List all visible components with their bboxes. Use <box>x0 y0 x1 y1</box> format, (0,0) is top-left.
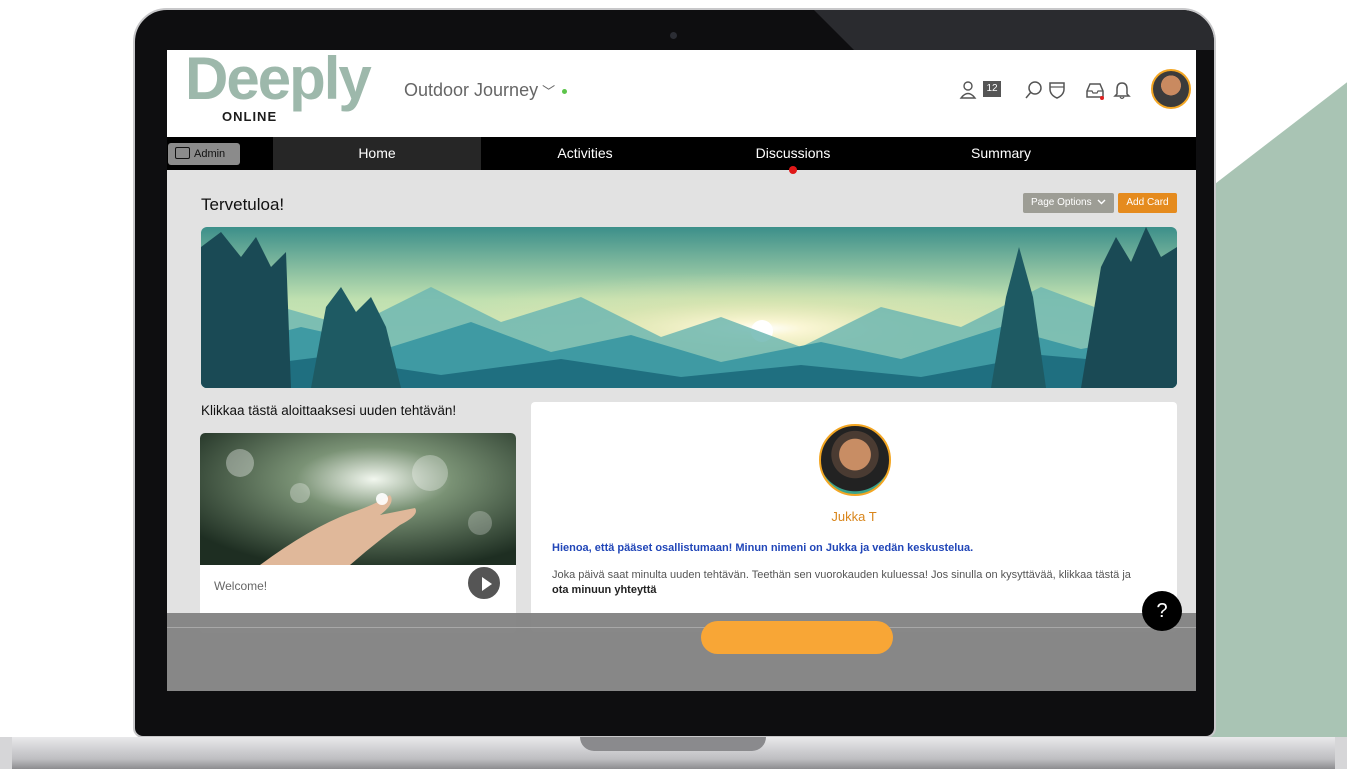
admin-button[interactable]: Admin <box>168 143 240 165</box>
chevron-down-icon: ﹀ <box>542 84 556 99</box>
video-thumbnail[interactable] <box>200 433 516 565</box>
inbox-icon[interactable] <box>1085 80 1105 104</box>
page-options-label: Page Options <box>1031 197 1092 208</box>
host-greeting: Hienoa, että pääset osallistumaan! Minun… <box>552 542 974 554</box>
hero-banner-image <box>201 227 1177 388</box>
app-header: Deeply ONLINE Outdoor Journey ﹀ 12 <box>167 50 1196 137</box>
bottom-overlay-panel <box>167 613 1196 691</box>
add-card-button[interactable]: Add Card <box>1118 193 1177 213</box>
tab-summary[interactable]: Summary <box>897 137 1105 170</box>
tab-home[interactable]: Home <box>273 137 481 170</box>
briefcase-icon <box>175 147 190 159</box>
page-options-button[interactable]: Page Options <box>1023 193 1115 213</box>
inbox-alert-dot <box>1100 96 1104 100</box>
host-message: Joka päivä saat minulta uuden tehtävän. … <box>552 568 1142 598</box>
online-status-dot <box>562 89 567 94</box>
bezel-highlight <box>814 10 1214 50</box>
host-welcome-card: Jukka T Hienoa, että pääset osallistumaa… <box>531 402 1177 632</box>
admin-label: Admin <box>194 148 226 160</box>
user-avatar[interactable] <box>1151 69 1191 109</box>
start-task-label[interactable]: Klikkaa tästä aloittaaksesi uuden tehtäv… <box>201 403 456 418</box>
discussions-alert-dot <box>789 166 797 174</box>
page-title: Tervetuloa! <box>201 195 285 214</box>
laptop-base-edge-left <box>0 737 12 769</box>
video-caption: Welcome! <box>214 579 268 593</box>
laptop-base-edge-right <box>1335 737 1347 769</box>
bell-icon[interactable] <box>1112 80 1132 104</box>
users-icon[interactable] <box>959 80 979 104</box>
welcome-video-card[interactable]: Welcome! <box>200 433 516 633</box>
marketing-stage: Deeply ONLINE Outdoor Journey ﹀ 12 Admin… <box>0 0 1347 769</box>
host-message-body: Joka päivä saat minulta uuden tehtävän. … <box>552 569 1131 581</box>
deeply-logo[interactable]: Deeply <box>185 50 372 113</box>
journey-name: Outdoor Journey <box>404 80 539 100</box>
tab-activities[interactable]: Activities <box>481 137 689 170</box>
shield-icon[interactable] <box>1047 80 1067 104</box>
participant-count-badge[interactable]: 12 <box>983 81 1001 97</box>
play-icon[interactable] <box>466 565 502 601</box>
primary-action-button[interactable] <box>701 621 893 654</box>
overlay-divider <box>167 627 1196 628</box>
chevron-down-icon <box>1094 197 1106 208</box>
contact-host-link[interactable]: ota minuun yhteyttä <box>552 584 657 596</box>
app-screen: Deeply ONLINE Outdoor Journey ﹀ 12 Admin… <box>167 50 1196 691</box>
search-icon[interactable] <box>1024 80 1044 104</box>
webcam-dot <box>670 32 677 39</box>
laptop-lid-notch <box>580 737 766 751</box>
help-button[interactable]: ? <box>1142 591 1182 631</box>
host-name[interactable]: Jukka T <box>531 509 1177 524</box>
journey-selector[interactable]: Outdoor Journey ﹀ <box>404 80 555 101</box>
host-avatar[interactable] <box>819 424 891 496</box>
logo-subtitle: ONLINE <box>219 109 281 124</box>
